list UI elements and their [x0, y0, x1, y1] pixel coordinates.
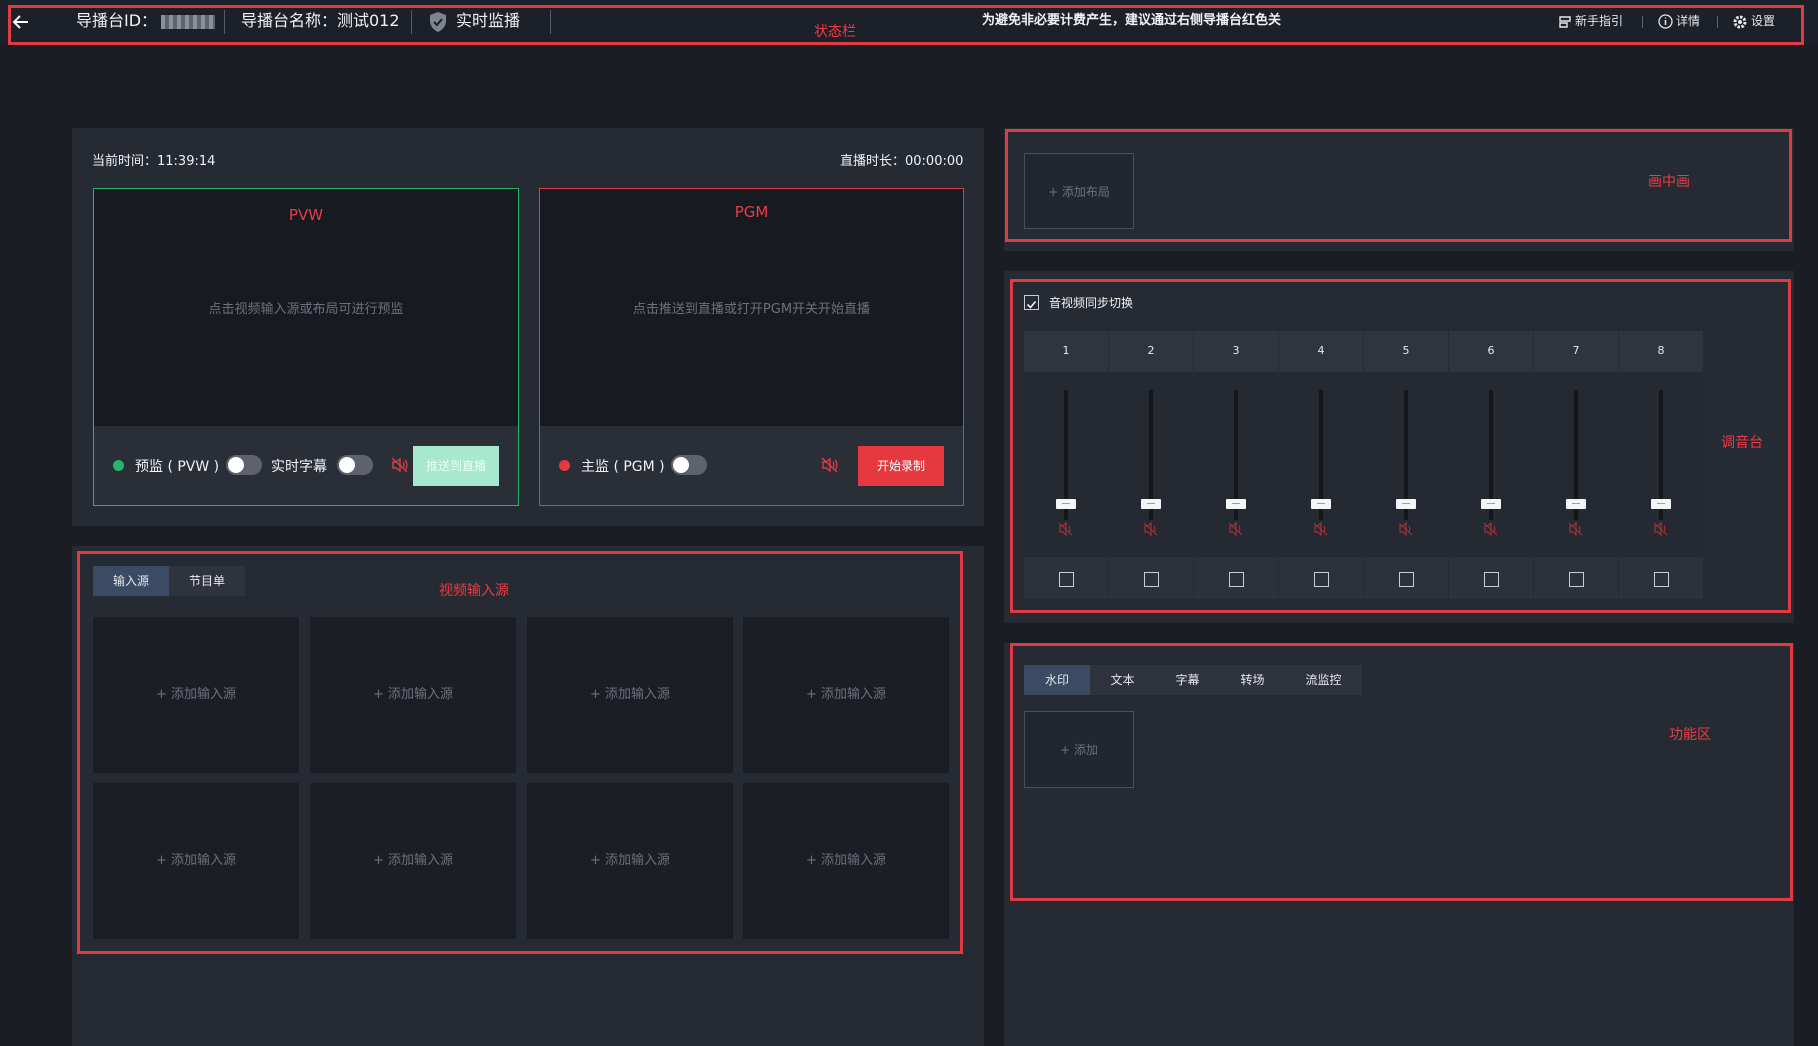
pgm-label: 主监 ( PGM ) [581, 459, 665, 475]
pgm-monitor[interactable]: PGM 点击推送到直播或打开PGM开关开始直播 主监 ( PGM ) 开始录制 [539, 188, 964, 506]
speaker-muted-icon [391, 457, 408, 473]
status-bar-annotation-box [8, 5, 1804, 45]
live-duration: 直播时长：00:00:00 [840, 154, 964, 169]
pvw-screen[interactable]: PVW 点击视频输入源或布局可进行预监 [94, 189, 518, 427]
mixer-annotation-box [1010, 279, 1791, 613]
current-time: 当前时间：11:39:14 [92, 154, 216, 169]
pvw-mute-button[interactable] [391, 457, 409, 477]
speaker-muted-icon [821, 457, 838, 473]
pvw-monitor[interactable]: PVW 点击视频输入源或布局可进行预监 预监 ( PVW ) 实时字幕 推送到直… [93, 188, 519, 506]
start-recording-button[interactable]: 开始录制 [858, 446, 944, 486]
subtitle-label: 实时字幕 [271, 459, 327, 475]
function-annotation: 功能区 [1669, 727, 1711, 743]
status-bar-annotation: 状态栏 [814, 24, 856, 40]
pgm-status-dot [559, 460, 570, 471]
pvw-label: 预监 ( PVW ) [135, 459, 220, 475]
pgm-toggle[interactable] [671, 455, 707, 475]
pvw-hint: 点击视频输入源或布局可进行预监 [208, 302, 404, 317]
pgm-hint: 点击推送到直播或打开PGM开关开始直播 [632, 302, 871, 317]
pvw-controls: 预监 ( PVW ) 实时字幕 推送到直播 [94, 426, 518, 505]
pgm-controls: 主监 ( PGM ) 开始录制 [540, 426, 963, 505]
function-annotation-box [1010, 643, 1793, 901]
pvw-toggle[interactable] [226, 455, 262, 475]
pgm-mute-button[interactable] [821, 457, 839, 477]
pgm-screen: PGM 点击推送到直播或打开PGM开关开始直播 [540, 189, 963, 427]
pgm-title: PGM [734, 203, 769, 221]
mixer-annotation: 调音台 [1721, 435, 1763, 451]
video-input-annotation-box [77, 551, 963, 954]
pip-annotation: 画中画 [1648, 174, 1690, 190]
pvw-status-dot [113, 460, 124, 471]
pvw-title: PVW [288, 206, 324, 224]
subtitle-toggle[interactable] [337, 455, 373, 475]
push-to-live-button[interactable]: 推送到直播 [413, 446, 499, 486]
